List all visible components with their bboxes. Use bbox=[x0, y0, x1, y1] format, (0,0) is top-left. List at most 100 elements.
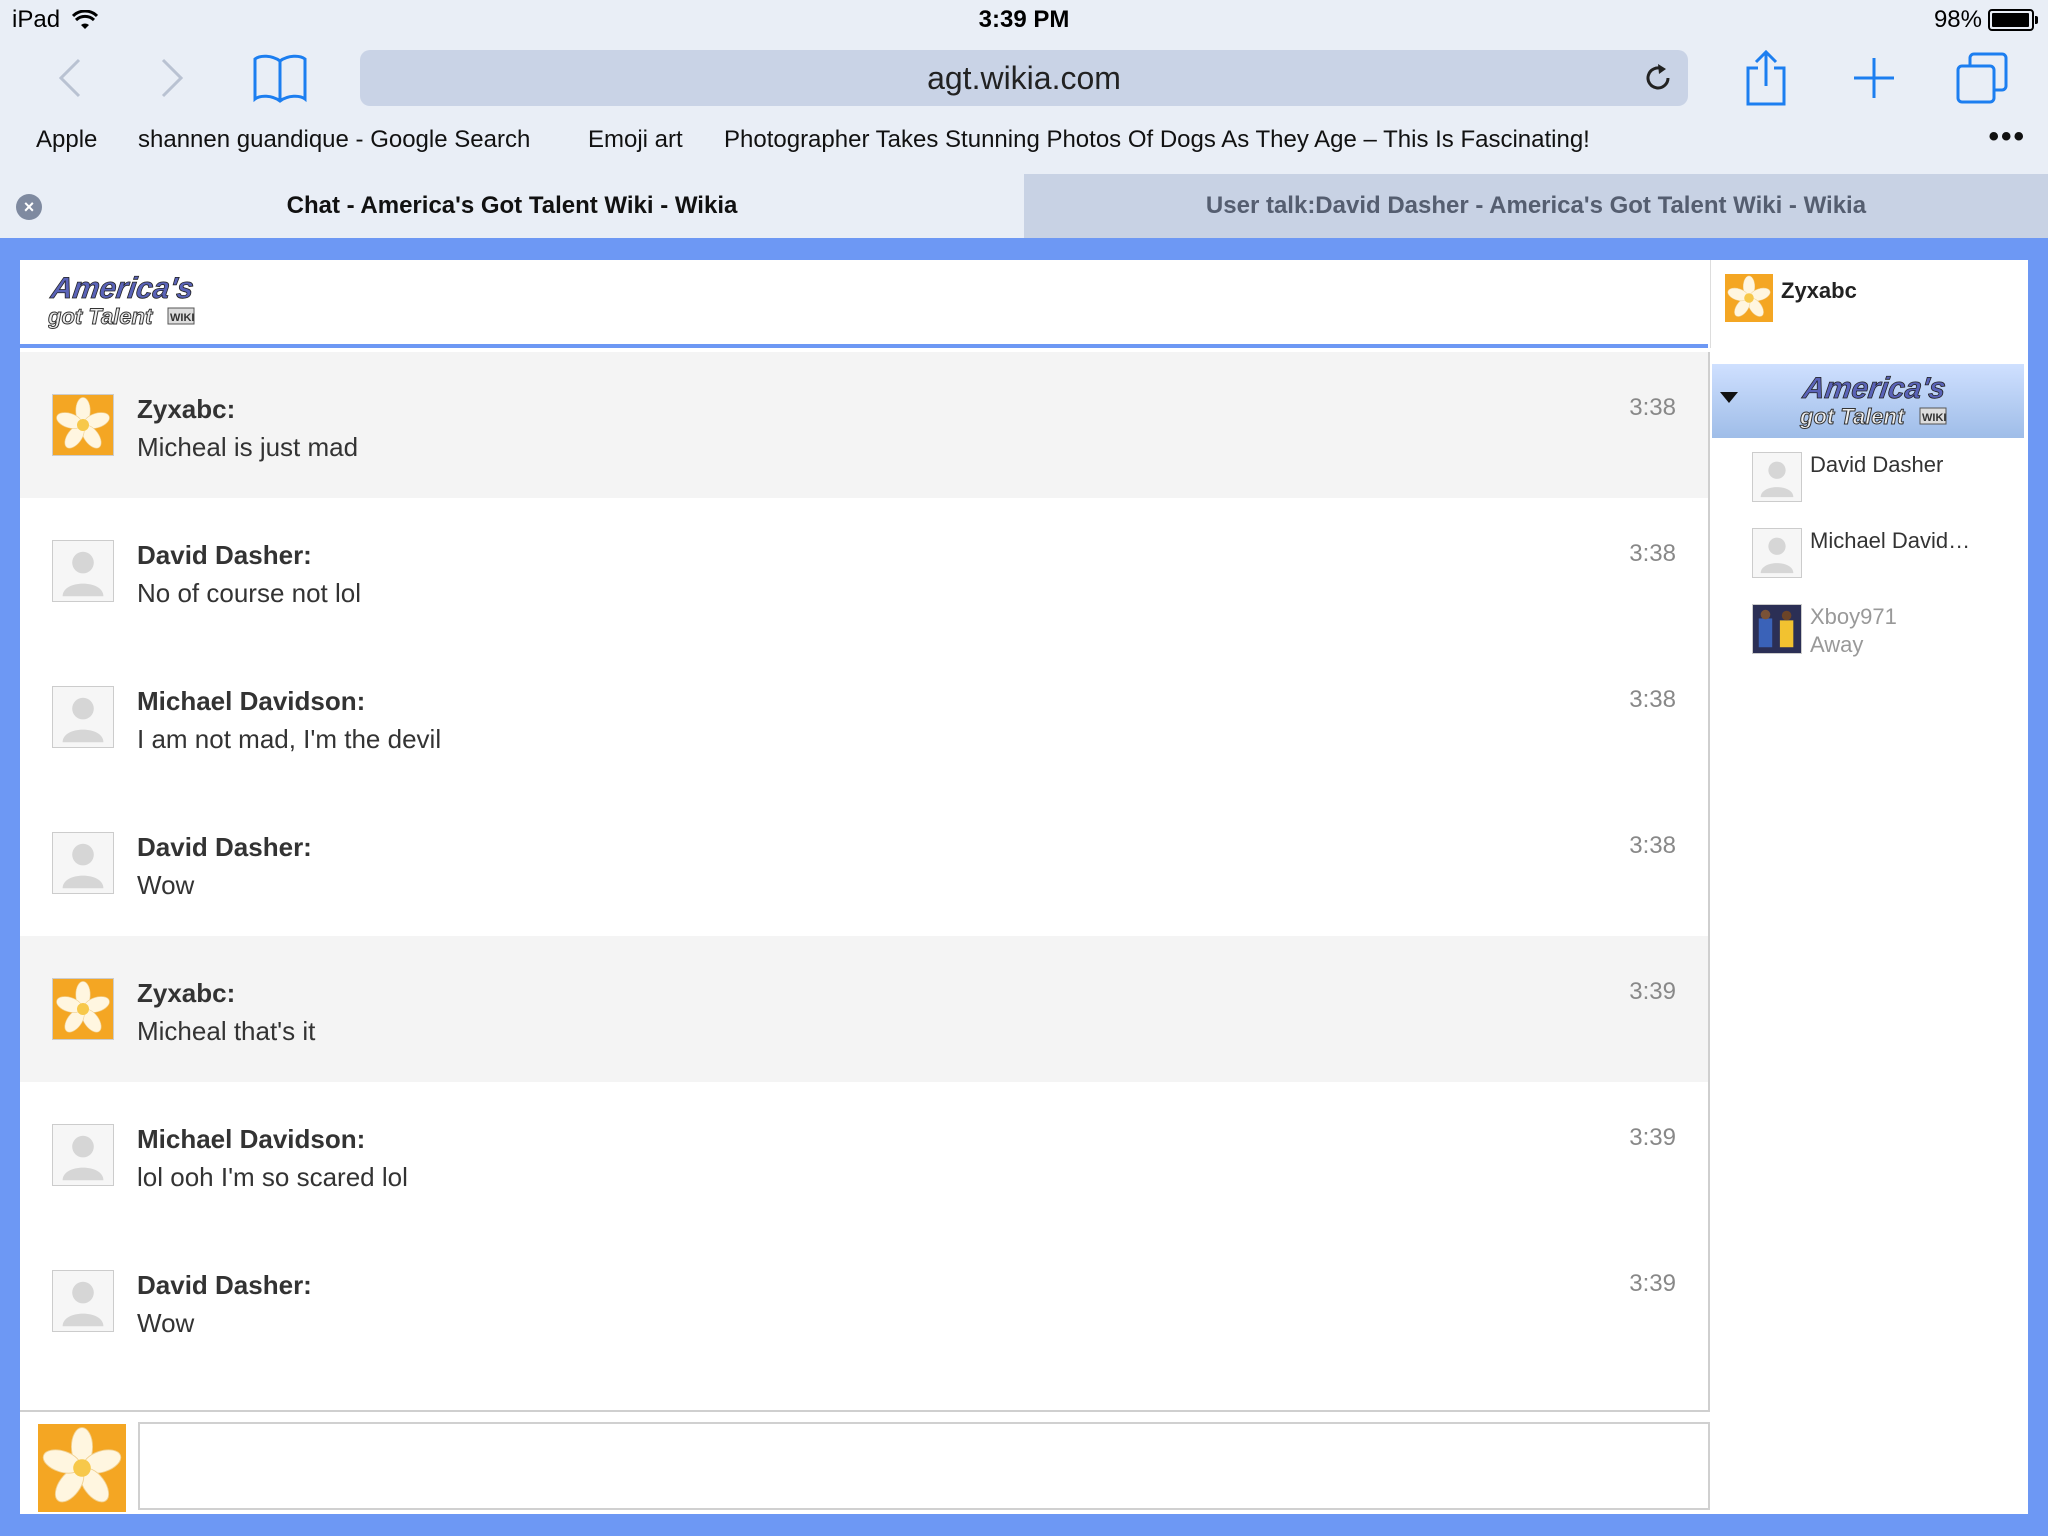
tab-user-talk[interactable]: User talk:David Dasher - America's Got T… bbox=[1024, 174, 2048, 238]
default-avatar-icon bbox=[53, 541, 113, 601]
message-avatar[interactable] bbox=[52, 540, 114, 602]
message-avatar[interactable] bbox=[52, 394, 114, 456]
composer-avatar bbox=[38, 1424, 126, 1512]
message-text: lol ooh I'm so scared lol bbox=[137, 1162, 408, 1192]
agt-wiki-logo: America's got Talent WIKI bbox=[48, 272, 196, 330]
default-avatar-icon bbox=[53, 833, 113, 893]
chevron-left-icon bbox=[58, 58, 81, 98]
default-avatar-icon bbox=[1753, 453, 1801, 501]
collapse-triangle-icon[interactable] bbox=[1720, 392, 1738, 403]
url-text: agt.wikia.com bbox=[927, 59, 1121, 96]
message-time: 3:39 bbox=[1629, 1124, 1676, 1151]
user-avatar bbox=[1752, 528, 1802, 578]
status-bar: iPad 3:39 PM 98% bbox=[0, 0, 2048, 40]
reload-icon bbox=[1646, 64, 1670, 90]
message-author[interactable]: David Dasher: bbox=[137, 832, 312, 863]
address-bar[interactable]: agt.wikia.com bbox=[360, 50, 1688, 106]
svg-text:America's: America's bbox=[48, 272, 196, 305]
message-avatar[interactable] bbox=[52, 686, 114, 748]
user-name: Xboy971 bbox=[1810, 604, 1897, 629]
bookmark-apple[interactable]: Apple bbox=[36, 126, 97, 154]
forward-button[interactable] bbox=[142, 50, 202, 106]
room-header[interactable]: America's got Talent WIKI bbox=[1712, 364, 2024, 438]
bookmarks-button[interactable] bbox=[250, 50, 310, 106]
message-author[interactable]: Zyxabc: bbox=[137, 394, 235, 425]
chat-message: David Dasher: No of course not lol 3:38 bbox=[20, 498, 1708, 644]
user-avatar bbox=[1752, 604, 1802, 654]
chat-message: Michael Davidson: I am not mad, I'm the d… bbox=[20, 644, 1708, 790]
message-author[interactable]: Michael Davidson: bbox=[137, 686, 365, 717]
default-avatar-icon bbox=[53, 1271, 113, 1331]
bookmark-photographer-dogs[interactable]: Photographer Takes Stunning Photos Of Do… bbox=[724, 126, 1590, 154]
browser-toolbar: agt.wikia.com bbox=[0, 40, 2048, 115]
message-avatar[interactable] bbox=[52, 978, 114, 1040]
message-input[interactable] bbox=[138, 1422, 1710, 1510]
chat-window: America's got Talent WIKI Zyxabc Zyxabc:… bbox=[20, 260, 2028, 1514]
tab-title: User talk:David Dasher - America's Got T… bbox=[1205, 192, 1867, 219]
message-time: 3:39 bbox=[1629, 1270, 1676, 1297]
chat-message: Michael Davidson: lol ooh I'm so scared l… bbox=[20, 1082, 1708, 1228]
svg-text:WIKI: WIKI bbox=[170, 312, 194, 324]
close-tab-icon[interactable]: × bbox=[16, 194, 42, 220]
tabs-icon bbox=[1956, 52, 2008, 104]
chat-message: David Dasher: Wow 3:39 bbox=[20, 1228, 1708, 1374]
message-text: I am not mad, I'm the devil bbox=[137, 724, 442, 754]
user-name: David Dasher bbox=[1810, 452, 1944, 477]
reload-button[interactable] bbox=[1642, 62, 1674, 102]
default-avatar-icon bbox=[1753, 529, 1801, 577]
message-author[interactable]: David Dasher: bbox=[137, 540, 312, 571]
more-bookmarks-icon[interactable]: ••• bbox=[1988, 120, 2026, 154]
message-time: 3:38 bbox=[1629, 832, 1676, 859]
tab-chat[interactable]: × Chat - America's Got Talent Wiki - Wik… bbox=[0, 174, 1024, 238]
message-avatar[interactable] bbox=[52, 1124, 114, 1186]
flower-avatar-icon bbox=[53, 979, 113, 1039]
photo-avatar-icon bbox=[1753, 605, 1801, 653]
message-time: 3:38 bbox=[1629, 394, 1676, 421]
tab-strip: × Chat - America's Got Talent Wiki - Wik… bbox=[0, 174, 2048, 238]
flower-avatar-icon bbox=[53, 395, 113, 455]
book-icon bbox=[253, 54, 307, 103]
bookmark-emoji-art[interactable]: Emoji art bbox=[588, 126, 683, 154]
message-author[interactable]: David Dasher: bbox=[137, 1270, 312, 1301]
tabs-overview-button[interactable] bbox=[1952, 50, 2012, 106]
share-button[interactable] bbox=[1736, 50, 1796, 106]
battery-icon bbox=[1988, 9, 2038, 31]
page-viewport: America's got Talent WIKI Zyxabc Zyxabc:… bbox=[0, 238, 2048, 1536]
user-list-item[interactable]: Michael David… bbox=[1710, 528, 2028, 598]
current-user-name: Zyxabc bbox=[1781, 278, 1857, 303]
user-list-sidebar: America's got Talent WIKI David Dasher Mi… bbox=[1710, 352, 2028, 1512]
new-tab-button[interactable] bbox=[1844, 50, 1904, 106]
svg-text:got Talent: got Talent bbox=[48, 304, 154, 329]
battery-percent: 98% bbox=[1933, 6, 1982, 33]
default-avatar-icon bbox=[53, 687, 113, 747]
plus-icon bbox=[1854, 58, 1894, 98]
bookmarks-bar: Apple shannen guandique - Google Search … bbox=[0, 118, 2048, 166]
chat-message: David Dasher: Wow 3:38 bbox=[20, 790, 1708, 936]
message-text: Wow bbox=[137, 1308, 195, 1338]
bookmark-google-search[interactable]: shannen guandique - Google Search bbox=[138, 126, 530, 154]
share-icon bbox=[1746, 50, 1786, 106]
chevron-right-icon bbox=[161, 58, 184, 98]
chat-message: Zyxabc: Micheal is just mad 3:38 bbox=[20, 352, 1708, 498]
flower-avatar-icon bbox=[1725, 274, 1773, 322]
message-author[interactable]: Zyxabc: bbox=[137, 978, 235, 1009]
back-button[interactable] bbox=[40, 50, 100, 106]
user-list-item[interactable]: David Dasher bbox=[1710, 452, 2028, 522]
message-time: 3:38 bbox=[1629, 540, 1676, 567]
message-author[interactable]: Michael Davidson: bbox=[137, 1124, 365, 1155]
message-avatar[interactable] bbox=[52, 832, 114, 894]
default-avatar-icon bbox=[53, 1125, 113, 1185]
message-avatar[interactable] bbox=[52, 1270, 114, 1332]
user-list-item[interactable]: Xboy971 Away bbox=[1710, 604, 2028, 674]
message-text: Micheal that's it bbox=[137, 1016, 316, 1046]
user-status: Away bbox=[1810, 632, 1864, 657]
chat-message: Zyxabc: Micheal that's it 3:39 bbox=[20, 936, 1708, 1082]
message-time: 3:39 bbox=[1629, 978, 1676, 1005]
user-avatar bbox=[1752, 452, 1802, 502]
message-text: No of course not lol bbox=[137, 578, 362, 608]
message-text: Micheal is just mad bbox=[137, 432, 359, 462]
agt-wiki-logo: America's got Talent WIKI bbox=[1799, 372, 1949, 430]
message-text: Wow bbox=[137, 870, 195, 900]
current-user[interactable]: Zyxabc bbox=[1710, 260, 2028, 348]
user-avatar bbox=[1725, 274, 1773, 322]
